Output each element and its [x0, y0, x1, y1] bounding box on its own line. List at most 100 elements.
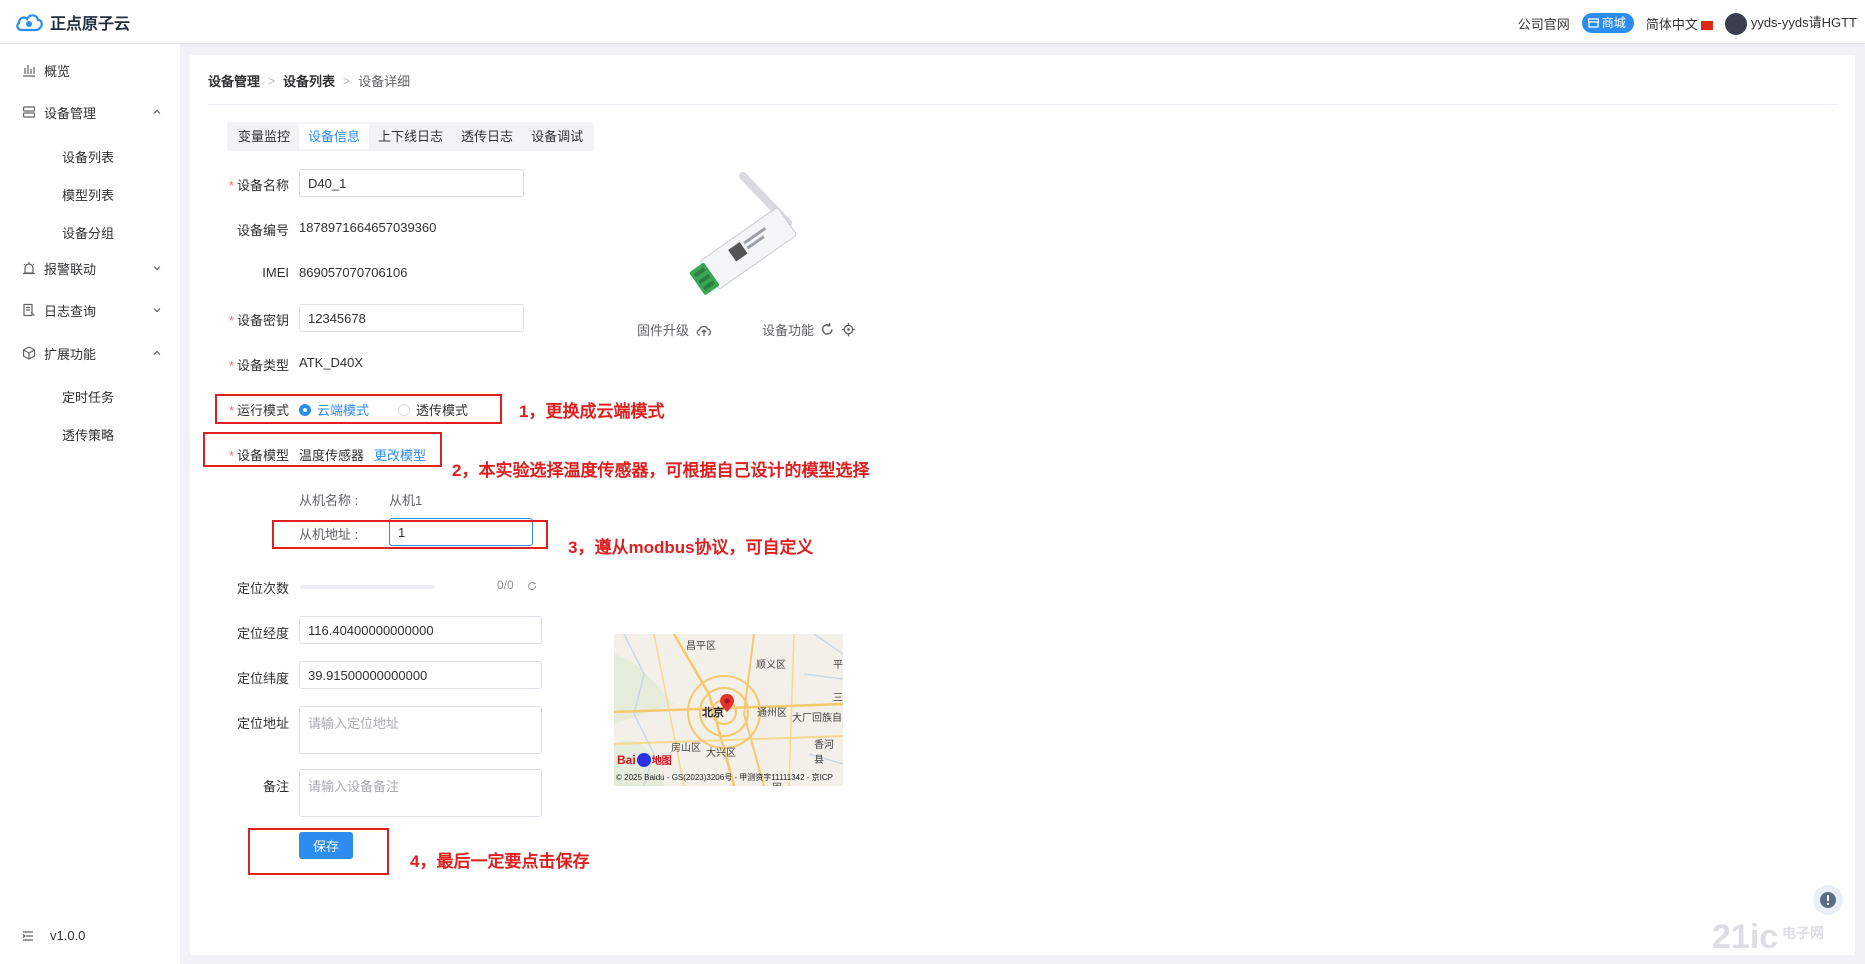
device-image [689, 172, 797, 295]
baidu-logo-text: Bai [617, 752, 636, 767]
china-flag-icon [1700, 20, 1713, 30]
log-icon [23, 303, 35, 317]
official-site-link[interactable]: 公司官网 [1518, 14, 1570, 33]
longitude-label: 定位经度 [236, 626, 289, 641]
baidu-map-logo: Bai 地图 [617, 752, 672, 767]
help-icon [1820, 892, 1836, 908]
sidebar-item-device-list[interactable]: 设备列表 [0, 140, 180, 172]
sidebar-item-device-group[interactable]: 设备分组 [0, 216, 180, 248]
avatar [1724, 12, 1747, 35]
version-info[interactable]: v1.0.0 [22, 928, 85, 943]
remark-label: 备注 [262, 779, 289, 794]
refresh-icon[interactable] [527, 581, 537, 591]
username: yyds-yyds请HGTT [1750, 15, 1857, 30]
device-function-label: 设备功能 [762, 323, 815, 338]
map-label: 大厂回族自 [792, 713, 842, 724]
locate-count-value: 0/0 [497, 578, 514, 592]
watermark-logo: 21ic 电子网 [1712, 918, 1824, 956]
map-label: 北京 [702, 707, 724, 719]
map-label: 平 [833, 660, 843, 671]
annotation-note-4: 4，最后一定要点击保存 [410, 852, 590, 871]
chevron-up-icon [153, 109, 161, 114]
annotation-box-save [248, 828, 389, 875]
device-type-label: * 设备类型 [228, 358, 289, 373]
user-menu[interactable]: yyds-yyds请HGTT [1724, 12, 1857, 35]
help-button[interactable] [1813, 885, 1843, 915]
sidebar-item-model-list[interactable]: 模型列表 [0, 178, 180, 210]
map-label: 三 [833, 693, 843, 704]
top-bar: 正点原子云 公司官网 商城 简体中文 yyds-yyds请HGTT [0, 0, 1865, 44]
locate-icon[interactable] [841, 322, 856, 337]
breadcrumb-device-list[interactable]: 设备列表 [283, 71, 335, 90]
chevron-down-icon [153, 308, 161, 313]
baidu-paw-icon [636, 752, 651, 767]
tab-device-info[interactable]: 设备信息 [299, 124, 370, 149]
svg-text:21ic: 21ic [1712, 918, 1778, 956]
logo-text: 正点原子云 [50, 16, 131, 33]
firmware-upgrade-label: 固件升级 [637, 323, 690, 338]
annotation-box-run-mode [215, 394, 502, 424]
location-map[interactable]: 昌平区 顺义区 平 北京 通州区 大厂回族自 三 房山区 大兴区 香河县 固 B… [614, 634, 843, 786]
locate-count-label: 定位次数 [236, 581, 289, 596]
sidebar-item-label: 概览 [44, 63, 71, 79]
sidebar-item-label: 设备列表 [62, 149, 115, 165]
device-name-input[interactable] [299, 169, 524, 197]
language-selector[interactable]: 简体中文 [1646, 14, 1713, 33]
language-label: 简体中文 [1645, 16, 1698, 32]
map-label: 通州区 [757, 708, 787, 719]
breadcrumb-separator-icon: > [343, 73, 351, 88]
sidebar-item-label: 定时任务 [62, 389, 115, 405]
sidebar-item-overview[interactable]: 概览 [0, 52, 180, 88]
sidebar-item-label: 扩展功能 [44, 346, 97, 362]
chevron-up-icon [153, 350, 161, 355]
longitude-input[interactable] [299, 616, 542, 644]
tab-device-debug[interactable]: 设备调试 [522, 124, 592, 149]
map-copyright: © 2025 Baidu - GS(2023)3206号 - 甲测资字11111… [616, 773, 833, 782]
tab-online-log[interactable]: 上下线日志 [369, 124, 452, 149]
address-textarea[interactable] [299, 706, 542, 754]
device-tabs: 变量监控 设备信息 上下线日志 透传日志 设备调试 [227, 122, 595, 151]
sidebar-item-log-query[interactable]: 日志查询 [0, 292, 180, 328]
device-key-input[interactable] [299, 304, 524, 332]
divider [208, 104, 1838, 105]
sidebar-item-label: 报警联动 [44, 261, 97, 277]
annotation-box-device-model [203, 432, 442, 467]
map-label: 香河县 [814, 740, 834, 766]
sidebar-item-scheduled-tasks[interactable]: 定时任务 [0, 380, 180, 412]
sidebar-item-label: 模型列表 [62, 187, 115, 203]
device-type-value: ATK_D40X [299, 355, 364, 370]
sidebar-item-label: 日志查询 [44, 303, 97, 319]
latitude-label: 定位纬度 [236, 671, 289, 686]
sidebar-item-label: 透传策略 [62, 427, 115, 443]
slave-name-value: 从机1 [389, 493, 423, 508]
mall-button[interactable]: 商城 [1581, 13, 1634, 34]
remark-textarea[interactable] [299, 769, 542, 817]
annotation-note-3: 3，遵从modbus协议，可自定义 [568, 538, 814, 557]
address-label: 定位地址 [236, 716, 289, 731]
sidebar-item-device-management[interactable]: 设备管理 [0, 94, 180, 130]
slave-name-label: 从机名称 : [299, 493, 359, 508]
mall-label: 商城 [1601, 16, 1626, 31]
alarm-icon [23, 262, 35, 275]
logo[interactable]: 正点原子云 [14, 10, 130, 34]
tab-variable-monitor[interactable]: 变量监控 [229, 124, 299, 149]
chevron-down-icon [153, 266, 161, 271]
locate-count-progress [300, 585, 435, 589]
baidu-logo-suffix: 地图 [651, 756, 672, 767]
sidebar-item-alarm-linkage[interactable]: 报警联动 [0, 250, 180, 286]
latitude-input[interactable] [299, 661, 542, 689]
annotation-note-1: 1，更换成云端模式 [519, 402, 665, 421]
device-function-action[interactable]: 设备功能 [762, 320, 856, 339]
restart-icon[interactable] [820, 322, 835, 337]
bar-chart-icon [23, 65, 35, 77]
firmware-upgrade-action[interactable]: 固件升级 [637, 320, 713, 339]
breadcrumb-device-management[interactable]: 设备管理 [208, 71, 260, 90]
device-number-label: 设备编号 [236, 223, 289, 238]
breadcrumb-separator-icon: > [268, 73, 276, 88]
sidebar-item-extensions[interactable]: 扩展功能 [0, 335, 180, 371]
tab-passthrough-log[interactable]: 透传日志 [452, 124, 522, 149]
sidebar: 概览 设备管理 设备列表 模型列表 设备分组 报警联动 日志查询 扩展功能 定时… [0, 44, 180, 964]
sidebar-item-passthrough-policy[interactable]: 透传策略 [0, 418, 180, 450]
device-key-label: * 设备密钥 [228, 313, 289, 328]
map-label: 房山区 [671, 743, 701, 754]
